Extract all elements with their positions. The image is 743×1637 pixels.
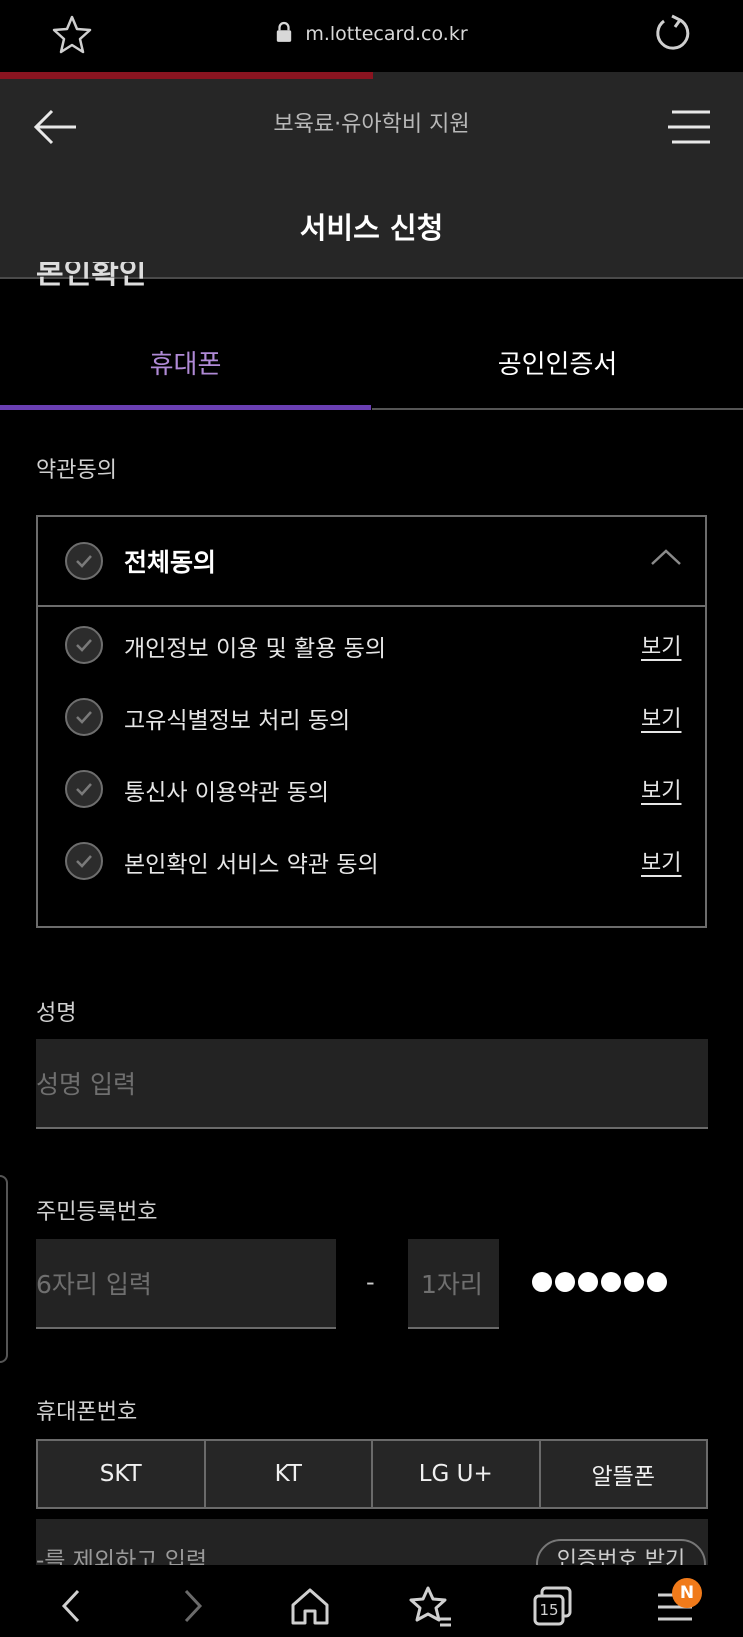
- term-row[interactable]: 통신사 이용약관 동의 보기: [38, 757, 705, 817]
- check-circle-icon[interactable]: [65, 626, 103, 664]
- tab-phone[interactable]: 휴대폰: [0, 340, 371, 410]
- lock-icon: [275, 21, 293, 47]
- mask-dot: [624, 1272, 644, 1292]
- check-circle-icon[interactable]: [65, 770, 103, 808]
- rrn-masked-digits: [532, 1272, 667, 1292]
- app-header: [0, 72, 743, 279]
- carrier-lgu-button[interactable]: LG U+: [373, 1441, 541, 1507]
- terms-all-row[interactable]: 전체동의: [38, 517, 705, 607]
- check-all-icon[interactable]: [65, 542, 103, 580]
- edge-panel-handle[interactable]: [0, 1175, 8, 1363]
- term-row[interactable]: 본인확인 서비스 약관 동의 보기: [38, 829, 705, 889]
- name-label: 성명: [36, 1001, 77, 1026]
- terms-box: 전체동의 개인정보 이용 및 활용 동의 보기 고유식별정보 처리 동의 보기 …: [36, 515, 707, 928]
- rrn-back-placeholder: 1자리: [421, 1270, 483, 1299]
- header-subtitle: 보육료·유아학비 지원: [273, 112, 470, 137]
- nav-tabs-icon[interactable]: 15: [530, 1583, 576, 1629]
- phone-number-input[interactable]: -를 제외하고 입력 인증번호 받기: [36, 1519, 708, 1569]
- nav-bookmarks-icon[interactable]: [408, 1583, 454, 1629]
- mask-dot: [601, 1272, 621, 1292]
- carrier-mvno-button[interactable]: 알뜰폰: [540, 1441, 706, 1507]
- browser-bottom-nav: [0, 1565, 743, 1637]
- nav-back-icon[interactable]: [50, 1583, 96, 1629]
- rrn-front-placeholder: 6자리 입력: [36, 1270, 152, 1299]
- mask-dot: [555, 1272, 575, 1292]
- term-view-link[interactable]: 보기: [641, 701, 681, 733]
- phone-label: 휴대폰번호: [36, 1400, 138, 1425]
- name-input[interactable]: 성명 입력: [36, 1039, 708, 1129]
- chevron-up-icon[interactable]: [650, 547, 682, 571]
- name-placeholder: 성명 입력: [36, 1070, 136, 1099]
- mask-dot: [578, 1272, 598, 1292]
- check-circle-icon[interactable]: [65, 842, 103, 880]
- terms-section-label: 약관동의: [36, 458, 117, 483]
- rrn-separator: -: [366, 1268, 375, 1296]
- mask-dot: [647, 1272, 667, 1292]
- hamburger-menu-icon[interactable]: [664, 106, 714, 148]
- term-view-link[interactable]: 보기: [641, 773, 681, 805]
- rrn-back-input[interactable]: 1자리: [408, 1239, 499, 1329]
- rrn-label: 주민등록번호: [36, 1200, 158, 1225]
- reload-icon[interactable]: [650, 12, 694, 56]
- term-view-link[interactable]: 보기: [641, 845, 681, 877]
- section-heading-partial: 본인확인: [36, 262, 147, 291]
- nav-forward-icon[interactable]: [168, 1583, 214, 1629]
- term-row[interactable]: 개인정보 이용 및 활용 동의 보기: [38, 613, 705, 673]
- url-bar[interactable]: m.lottecard.co.kr: [0, 14, 743, 54]
- term-label: 통신사 이용약관 동의: [124, 780, 330, 806]
- term-label: 본인확인 서비스 약관 동의: [124, 852, 379, 878]
- nav-home-icon[interactable]: [287, 1583, 333, 1629]
- page-load-progress: [0, 72, 373, 79]
- check-all-label: 전체동의: [124, 548, 217, 577]
- carrier-kt-button[interactable]: KT: [205, 1441, 373, 1507]
- tab-certificate[interactable]: 공인인증서: [372, 340, 743, 410]
- url-text: m.lottecard.co.kr: [305, 23, 468, 45]
- term-row[interactable]: 고유식별정보 처리 동의 보기: [38, 685, 705, 745]
- term-label: 개인정보 이용 및 활용 동의: [124, 636, 387, 662]
- notification-badge: N: [672, 1578, 702, 1608]
- term-label: 고유식별정보 처리 동의: [124, 708, 351, 734]
- mask-dot: [532, 1272, 552, 1292]
- carrier-skt-button[interactable]: SKT: [38, 1441, 206, 1507]
- tab-count: 15: [539, 1601, 559, 1619]
- check-circle-icon[interactable]: [65, 698, 103, 736]
- term-view-link[interactable]: 보기: [641, 629, 681, 661]
- page-title: 서비스 신청: [299, 211, 444, 245]
- carrier-selector: SKT KT LG U+ 알뜰폰: [36, 1439, 708, 1509]
- rrn-front-input[interactable]: 6자리 입력: [36, 1239, 336, 1329]
